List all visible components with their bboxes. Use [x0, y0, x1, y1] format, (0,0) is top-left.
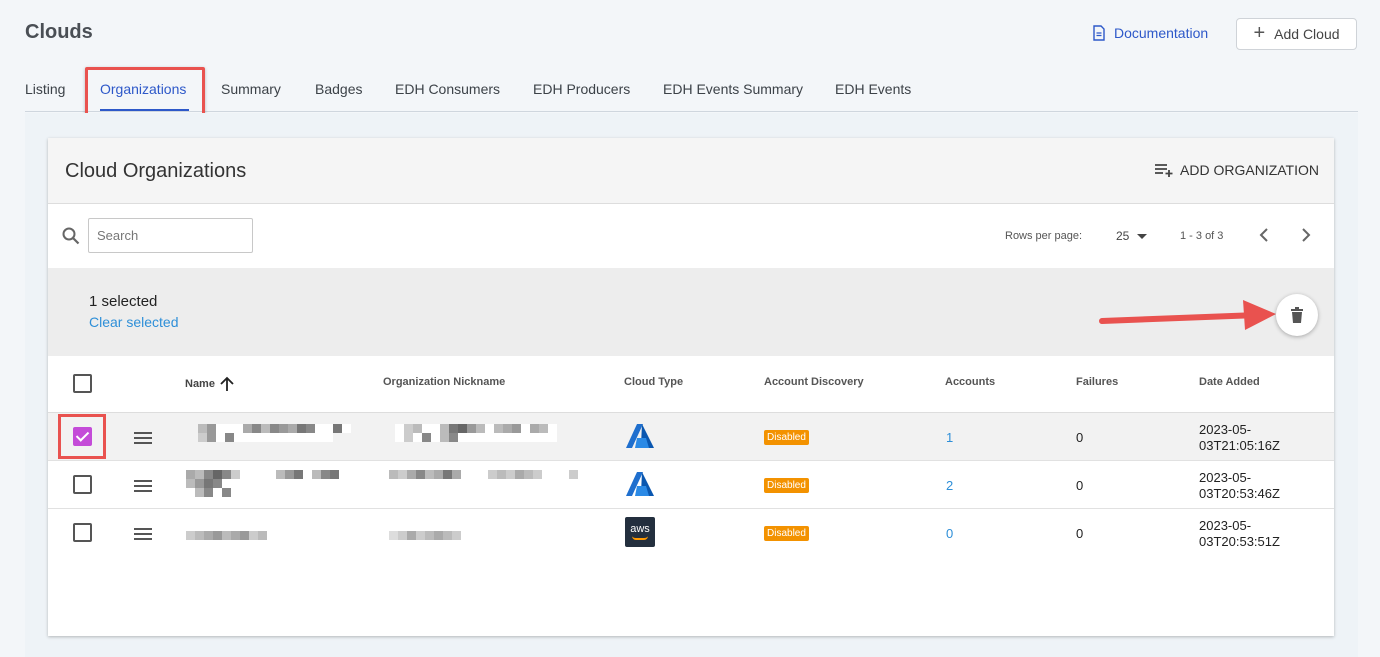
rows-per-page-label: Rows per page: [1005, 230, 1083, 242]
arrow-up-icon [220, 376, 234, 391]
status-badge: Disabled [764, 430, 809, 445]
accounts-link[interactable]: 0 [946, 526, 953, 541]
documentation-label: Documentation [1114, 25, 1209, 41]
search-icon [62, 227, 80, 245]
redacted-name [186, 531, 276, 540]
failures-count: 0 [1076, 430, 1084, 445]
clear-selected-link[interactable]: Clear selected [89, 314, 179, 330]
rows-per-page-select[interactable]: 25 [1116, 229, 1148, 243]
column-header-accounts[interactable]: Accounts [945, 376, 995, 388]
tab-edh-events[interactable]: EDH Events [835, 81, 911, 97]
active-tab-indicator [100, 109, 189, 111]
tab-badges[interactable]: Badges [315, 81, 362, 97]
row-checkbox[interactable] [73, 475, 92, 494]
row-checkbox[interactable] [73, 523, 92, 542]
page-range: 1 - 3 of 3 [1180, 230, 1224, 242]
selected-count: 1 selected [89, 293, 158, 310]
column-header-name[interactable]: Name [185, 376, 235, 392]
drag-handle-icon[interactable] [134, 528, 152, 540]
date-added: 2023-05- 03T21:05:16Z [1199, 422, 1280, 454]
date-line: 2023-05- [1199, 470, 1252, 485]
drag-handle-icon[interactable] [134, 480, 152, 492]
redacted-nickname [395, 424, 565, 442]
search-input[interactable] [88, 218, 253, 253]
column-header-cloud-type[interactable]: Cloud Type [624, 376, 683, 388]
card-title: Cloud Organizations [65, 160, 247, 182]
status-badge: Disabled [764, 526, 809, 541]
tab-listing[interactable]: Listing [25, 81, 65, 97]
tab-organizations[interactable]: Organizations [100, 81, 186, 97]
date-added: 2023-05- 03T20:53:51Z [1199, 518, 1280, 550]
accounts-link[interactable]: 1 [946, 430, 953, 445]
failures-count: 0 [1076, 526, 1084, 541]
column-header-name-label: Name [185, 378, 215, 390]
date-line: 03T21:05:16Z [1199, 438, 1280, 453]
column-header-failures[interactable]: Failures [1076, 376, 1118, 388]
tab-edh-producers[interactable]: EDH Producers [533, 81, 630, 97]
trash-icon [1291, 307, 1303, 323]
rows-per-page-value: 25 [1116, 229, 1130, 243]
date-added: 2023-05- 03T20:53:46Z [1199, 470, 1280, 502]
add-organization-label: ADD ORGANIZATION [1180, 162, 1319, 178]
row-checkbox[interactable] [73, 427, 92, 446]
delete-button[interactable] [1276, 294, 1318, 336]
table-row[interactable]: aws Disabled 0 0 2023-05- 03T20:53:51Z [48, 509, 1334, 557]
aws-icon-text: aws [630, 523, 650, 535]
select-all-checkbox[interactable] [73, 374, 92, 393]
azure-icon [626, 472, 654, 496]
azure-icon [626, 424, 654, 448]
tab-edh-consumers[interactable]: EDH Consumers [395, 81, 500, 97]
tab-edh-events-summary[interactable]: EDH Events Summary [663, 81, 803, 97]
card-header: Cloud Organizations ADD ORGANIZATION [48, 138, 1334, 204]
column-header-account-discovery[interactable]: Account Discovery [764, 376, 864, 388]
next-page-icon[interactable] [1297, 226, 1313, 244]
date-line: 2023-05- [1199, 422, 1252, 437]
playlist-add-icon [1155, 164, 1173, 177]
date-line: 03T20:53:46Z [1199, 486, 1280, 501]
tab-bar: Listing Organizations Summary Badges EDH… [25, 70, 1358, 112]
status-badge: Disabled [764, 478, 809, 493]
selection-bar: 1 selected Clear selected [48, 268, 1334, 356]
plus-icon: + [1253, 22, 1266, 44]
date-line: 03T20:53:51Z [1199, 534, 1280, 549]
add-cloud-button[interactable]: + Add Cloud [1236, 18, 1357, 50]
caret-down-icon [1137, 233, 1148, 239]
redacted-name [186, 470, 356, 497]
prev-page-icon[interactable] [1257, 226, 1273, 244]
redacted-nickname [389, 531, 469, 540]
aws-icon: aws [625, 517, 655, 547]
add-cloud-label: Add Cloud [1274, 26, 1340, 42]
document-icon [1093, 25, 1105, 41]
table-row[interactable]: Disabled 1 0 2023-05- 03T21:05:16Z [48, 413, 1334, 461]
column-header-nickname[interactable]: Organization Nickname [383, 376, 505, 388]
column-header-date-added[interactable]: Date Added [1199, 376, 1260, 388]
drag-handle-icon[interactable] [134, 432, 152, 444]
tab-summary[interactable]: Summary [221, 81, 281, 97]
redacted-name [198, 424, 358, 442]
add-organization-button[interactable]: ADD ORGANIZATION [1154, 162, 1319, 178]
page-title: Clouds [25, 21, 93, 43]
accounts-link[interactable]: 2 [946, 478, 953, 493]
cloud-organizations-card: Cloud Organizations ADD ORGANIZATION Row… [48, 138, 1334, 636]
failures-count: 0 [1076, 478, 1084, 493]
redacted-nickname [389, 470, 579, 488]
documentation-link[interactable]: Documentation [1092, 25, 1208, 41]
date-line: 2023-05- [1199, 518, 1252, 533]
table-row[interactable]: Disabled 2 0 2023-05- 03T20:53:46Z [48, 461, 1334, 509]
